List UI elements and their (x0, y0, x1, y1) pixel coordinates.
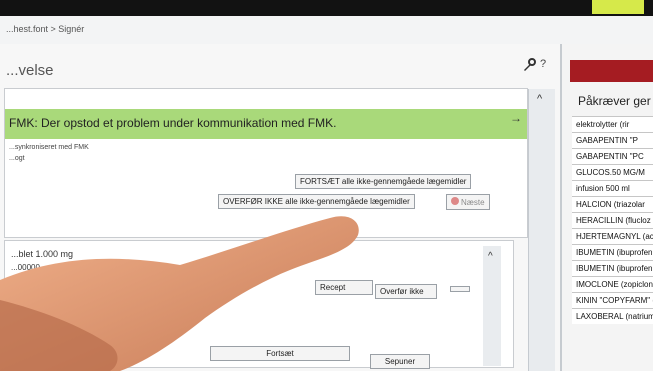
pointing-hand (0, 216, 359, 371)
screen: ...hest.font > Signér ...velse ? FMK: De… (0, 0, 653, 371)
